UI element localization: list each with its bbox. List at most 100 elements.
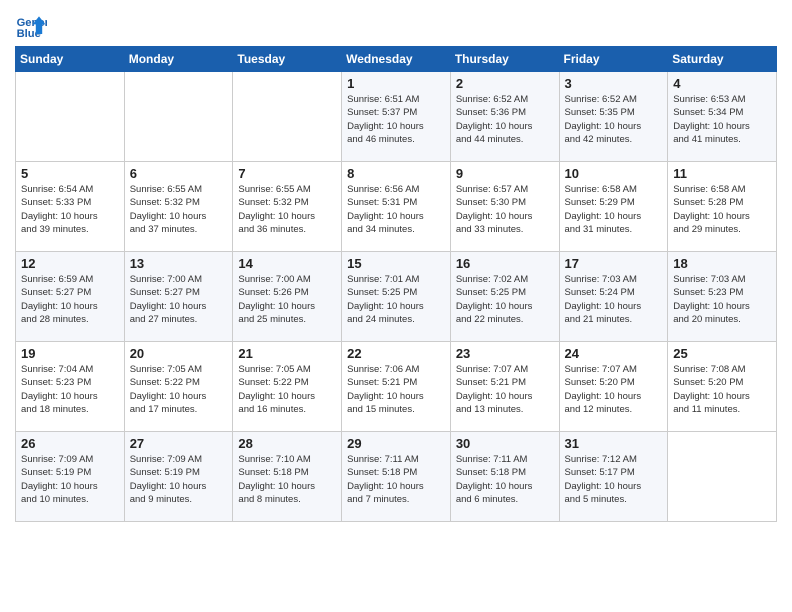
day-number: 29 (347, 436, 445, 451)
calendar-cell: 24 Sunrise: 7:07 AM Sunset: 5:20 PM Dayli… (559, 342, 668, 432)
day-info: Sunrise: 7:09 AM Sunset: 5:19 PM Dayligh… (130, 453, 228, 506)
calendar-cell: 4Sunrise: 6:53 AM Sunset: 5:34 PM Daylig… (668, 72, 777, 162)
day-info: Sunrise: 6:51 AM Sunset: 5:37 PM Dayligh… (347, 93, 445, 146)
day-header-monday: Monday (124, 47, 233, 72)
calendar-cell: 9 Sunrise: 6:57 AM Sunset: 5:30 PM Daylig… (450, 162, 559, 252)
day-info: Sunrise: 6:55 AM Sunset: 5:32 PM Dayligh… (238, 183, 336, 236)
day-info: Sunrise: 7:10 AM Sunset: 5:18 PM Dayligh… (238, 453, 336, 506)
day-info: Sunrise: 7:05 AM Sunset: 5:22 PM Dayligh… (130, 363, 228, 416)
day-number: 27 (130, 436, 228, 451)
day-header-wednesday: Wednesday (342, 47, 451, 72)
day-number: 25 (673, 346, 771, 361)
day-info: Sunrise: 7:03 AM Sunset: 5:24 PM Dayligh… (565, 273, 663, 326)
calendar-cell: 27 Sunrise: 7:09 AM Sunset: 5:19 PM Dayli… (124, 432, 233, 522)
calendar-week-2: 5 Sunrise: 6:54 AM Sunset: 5:33 PM Daylig… (16, 162, 777, 252)
calendar-cell: 6 Sunrise: 6:55 AM Sunset: 5:32 PM Daylig… (124, 162, 233, 252)
day-number: 13 (130, 256, 228, 271)
day-number: 17 (565, 256, 663, 271)
day-header-tuesday: Tuesday (233, 47, 342, 72)
day-number: 24 (565, 346, 663, 361)
calendar-table: SundayMondayTuesdayWednesdayThursdayFrid… (15, 46, 777, 522)
day-info: Sunrise: 6:54 AM Sunset: 5:33 PM Dayligh… (21, 183, 119, 236)
logo: General Blue (15, 10, 53, 42)
day-number: 5 (21, 166, 119, 181)
day-info: Sunrise: 6:58 AM Sunset: 5:29 PM Dayligh… (565, 183, 663, 236)
day-number: 8 (347, 166, 445, 181)
calendar-cell: 14 Sunrise: 7:00 AM Sunset: 5:26 PM Dayli… (233, 252, 342, 342)
day-header-saturday: Saturday (668, 47, 777, 72)
calendar-cell: 13 Sunrise: 7:00 AM Sunset: 5:27 PM Dayli… (124, 252, 233, 342)
calendar-cell: 26 Sunrise: 7:09 AM Sunset: 5:19 PM Dayli… (16, 432, 125, 522)
day-number: 9 (456, 166, 554, 181)
day-number: 22 (347, 346, 445, 361)
calendar-cell: 15Sunrise: 7:01 AM Sunset: 5:25 PM Dayli… (342, 252, 451, 342)
page-header: General Blue (15, 10, 777, 42)
day-info: Sunrise: 7:00 AM Sunset: 5:27 PM Dayligh… (130, 273, 228, 326)
day-header-thursday: Thursday (450, 47, 559, 72)
day-header-sunday: Sunday (16, 47, 125, 72)
calendar-cell: 22 Sunrise: 7:06 AM Sunset: 5:21 PM Dayli… (342, 342, 451, 432)
day-info: Sunrise: 7:08 AM Sunset: 5:20 PM Dayligh… (673, 363, 771, 416)
calendar-week-3: 12Sunrise: 6:59 AM Sunset: 5:27 PM Dayli… (16, 252, 777, 342)
day-info: Sunrise: 7:06 AM Sunset: 5:21 PM Dayligh… (347, 363, 445, 416)
day-info: Sunrise: 6:52 AM Sunset: 5:36 PM Dayligh… (456, 93, 554, 146)
calendar-week-5: 26 Sunrise: 7:09 AM Sunset: 5:19 PM Dayli… (16, 432, 777, 522)
day-number: 2 (456, 76, 554, 91)
calendar-cell: 30Sunrise: 7:11 AM Sunset: 5:18 PM Dayli… (450, 432, 559, 522)
calendar-cell: 28Sunrise: 7:10 AM Sunset: 5:18 PM Dayli… (233, 432, 342, 522)
day-number: 3 (565, 76, 663, 91)
calendar-cell: 19Sunrise: 7:04 AM Sunset: 5:23 PM Dayli… (16, 342, 125, 432)
calendar-cell: 29 Sunrise: 7:11 AM Sunset: 5:18 PM Dayli… (342, 432, 451, 522)
day-number: 18 (673, 256, 771, 271)
day-info: Sunrise: 7:09 AM Sunset: 5:19 PM Dayligh… (21, 453, 119, 506)
calendar-cell: 20Sunrise: 7:05 AM Sunset: 5:22 PM Dayli… (124, 342, 233, 432)
day-info: Sunrise: 7:05 AM Sunset: 5:22 PM Dayligh… (238, 363, 336, 416)
day-number: 7 (238, 166, 336, 181)
calendar-cell (16, 72, 125, 162)
day-info: Sunrise: 7:12 AM Sunset: 5:17 PM Dayligh… (565, 453, 663, 506)
day-number: 11 (673, 166, 771, 181)
day-info: Sunrise: 7:00 AM Sunset: 5:26 PM Dayligh… (238, 273, 336, 326)
day-info: Sunrise: 7:07 AM Sunset: 5:21 PM Dayligh… (456, 363, 554, 416)
calendar-cell: 31 Sunrise: 7:12 AM Sunset: 5:17 PM Dayli… (559, 432, 668, 522)
calendar-cell: 3 Sunrise: 6:52 AM Sunset: 5:35 PM Daylig… (559, 72, 668, 162)
day-number: 31 (565, 436, 663, 451)
day-info: Sunrise: 6:57 AM Sunset: 5:30 PM Dayligh… (456, 183, 554, 236)
day-number: 23 (456, 346, 554, 361)
calendar-cell: 18Sunrise: 7:03 AM Sunset: 5:23 PM Dayli… (668, 252, 777, 342)
day-info: Sunrise: 6:56 AM Sunset: 5:31 PM Dayligh… (347, 183, 445, 236)
calendar-cell (233, 72, 342, 162)
calendar-cell: 23 Sunrise: 7:07 AM Sunset: 5:21 PM Dayli… (450, 342, 559, 432)
day-number: 4 (673, 76, 771, 91)
day-header-friday: Friday (559, 47, 668, 72)
day-number: 1 (347, 76, 445, 91)
day-number: 6 (130, 166, 228, 181)
day-info: Sunrise: 6:59 AM Sunset: 5:27 PM Dayligh… (21, 273, 119, 326)
calendar-cell: 5 Sunrise: 6:54 AM Sunset: 5:33 PM Daylig… (16, 162, 125, 252)
day-number: 21 (238, 346, 336, 361)
calendar-cell: 17 Sunrise: 7:03 AM Sunset: 5:24 PM Dayli… (559, 252, 668, 342)
day-number: 15 (347, 256, 445, 271)
calendar-cell: 16Sunrise: 7:02 AM Sunset: 5:25 PM Dayli… (450, 252, 559, 342)
calendar-cell: 11 Sunrise: 6:58 AM Sunset: 5:28 PM Dayli… (668, 162, 777, 252)
day-number: 14 (238, 256, 336, 271)
calendar-header: SundayMondayTuesdayWednesdayThursdayFrid… (16, 47, 777, 72)
day-info: Sunrise: 6:52 AM Sunset: 5:35 PM Dayligh… (565, 93, 663, 146)
day-number: 16 (456, 256, 554, 271)
calendar-cell: 8 Sunrise: 6:56 AM Sunset: 5:31 PM Daylig… (342, 162, 451, 252)
day-number: 26 (21, 436, 119, 451)
calendar-cell: 2 Sunrise: 6:52 AM Sunset: 5:36 PM Daylig… (450, 72, 559, 162)
day-number: 19 (21, 346, 119, 361)
day-number: 10 (565, 166, 663, 181)
calendar-cell: 12Sunrise: 6:59 AM Sunset: 5:27 PM Dayli… (16, 252, 125, 342)
calendar-cell (668, 432, 777, 522)
calendar-cell: 7 Sunrise: 6:55 AM Sunset: 5:32 PM Daylig… (233, 162, 342, 252)
calendar-week-1: 1 Sunrise: 6:51 AM Sunset: 5:37 PM Daylig… (16, 72, 777, 162)
calendar-week-4: 19Sunrise: 7:04 AM Sunset: 5:23 PM Dayli… (16, 342, 777, 432)
calendar-cell: 10 Sunrise: 6:58 AM Sunset: 5:29 PM Dayli… (559, 162, 668, 252)
day-info: Sunrise: 6:58 AM Sunset: 5:28 PM Dayligh… (673, 183, 771, 236)
day-info: Sunrise: 6:55 AM Sunset: 5:32 PM Dayligh… (130, 183, 228, 236)
day-info: Sunrise: 7:11 AM Sunset: 5:18 PM Dayligh… (347, 453, 445, 506)
day-info: Sunrise: 7:07 AM Sunset: 5:20 PM Dayligh… (565, 363, 663, 416)
calendar-cell: 1 Sunrise: 6:51 AM Sunset: 5:37 PM Daylig… (342, 72, 451, 162)
